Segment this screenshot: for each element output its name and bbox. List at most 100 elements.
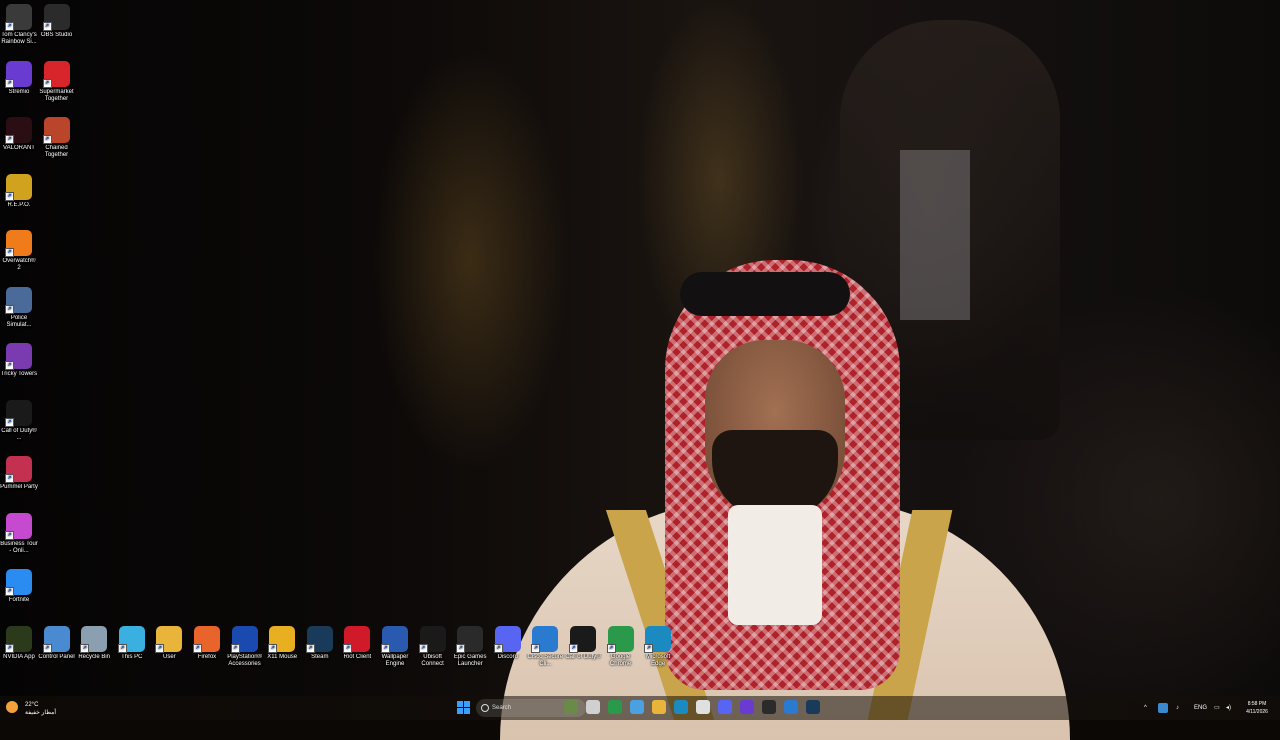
shortcut-arrow-icon: ↗ — [155, 644, 165, 653]
taskbar-clock[interactable]: 8:58 PM 4/11/2026 — [1238, 700, 1276, 716]
desktop-icon-pummel-party[interactable]: ↗ Pummel Party — [0, 456, 38, 491]
language-indicator[interactable]: ENG — [1194, 696, 1207, 720]
desktop-icon-label: Tricky Towers — [0, 371, 38, 377]
copilot-icon[interactable] — [630, 700, 644, 714]
desktop-icon-valorant[interactable]: ↗ VALORANT — [0, 117, 38, 152]
desktop-icon-edge[interactable]: ↗ Microsoft Edge — [639, 626, 677, 668]
discord-icon: ↗ — [493, 626, 521, 653]
shortcut-arrow-icon: ↗ — [80, 644, 90, 653]
wallpaper-collar — [728, 505, 822, 625]
nvidia-icon: ↗ — [5, 626, 32, 653]
discord-taskbar-icon[interactable] — [718, 700, 732, 714]
desktop-icon-label: PlayStation® Accessories — [227, 654, 262, 667]
shortcut-arrow-icon: ↗ — [5, 530, 14, 540]
explorer-lens-icon[interactable] — [564, 700, 578, 714]
shortcut-arrow-icon: ↗ — [5, 304, 14, 314]
shortcut-arrow-icon: ↗ — [343, 644, 353, 653]
obs-icon: ↗ — [42, 4, 70, 31]
supermarket-together-icon: ↗ — [42, 60, 70, 88]
desktop-icon-nvidia[interactable]: ↗ NVIDIA App — [0, 626, 38, 661]
recycle-bin-icon: ↗ — [80, 626, 108, 653]
wallpaper-engine-icon: ↗ — [381, 626, 408, 653]
desktop-icon-supermarket-together[interactable]: ↗ Supermarket Together — [38, 60, 76, 103]
desktop-icon-label: This PC — [121, 654, 143, 660]
microphone-tray-icon[interactable]: ♪ — [1176, 696, 1179, 720]
desktop-icon-label: Cisco Secure Cli... — [527, 654, 564, 667]
desktop-icon-label: Google Chrome — [609, 654, 632, 667]
desktop-icon-fortnite[interactable]: ↗ Fortnite — [0, 569, 38, 604]
desktop-icon-label: User — [163, 654, 176, 660]
desktop-icon-wallpaper-engine[interactable]: ↗ Wallpaper Engine — [376, 626, 414, 668]
desktop-icon-recycle-bin[interactable]: ↗ Recycle Bin — [75, 626, 113, 661]
task-view-icon[interactable] — [586, 700, 600, 714]
desktop-icon-label: R.E.P.O. — [7, 201, 31, 208]
cisco-taskbar-icon[interactable] — [784, 700, 798, 714]
desktop-icon-obs[interactable]: ↗ OBS Studio — [38, 4, 76, 39]
desktop-icon-business-tour[interactable]: ↗ Business Tour - Onli... — [0, 512, 38, 555]
police-simulator-icon: ↗ — [5, 286, 32, 314]
shortcut-arrow-icon: ↗ — [5, 474, 14, 483]
playstation-icon: ↗ — [230, 626, 258, 653]
search-placeholder: Search — [492, 705, 512, 711]
edge-taskbar-icon[interactable] — [674, 700, 688, 714]
desktop-icon-label: Chained Together — [44, 145, 69, 158]
repo-icon: ↗ — [5, 173, 32, 201]
desktop-icon-steam[interactable]: ↗ Steam — [301, 626, 339, 661]
desktop-icon-mw[interactable]: ↗ Call of Duty® ... — [0, 399, 38, 442]
desktop-icon-user-folder[interactable]: ↗ User — [150, 626, 188, 661]
steam-taskbar-icon[interactable] — [806, 700, 820, 714]
desktop-icon-discord[interactable]: ↗ Discord — [489, 626, 527, 661]
shortcut-arrow-icon: ↗ — [268, 644, 278, 653]
shortcut-arrow-icon: ↗ — [456, 644, 466, 653]
store-icon[interactable] — [696, 700, 710, 714]
start-button[interactable] — [457, 701, 470, 714]
desktop-icon-repo[interactable]: ↗ R.E.P.O. — [0, 173, 38, 209]
desktop-icon-control-panel[interactable]: ↗ Control Panel — [38, 626, 76, 661]
desktop-icon-label: Call of Duty® ... — [1, 427, 37, 441]
desktop-icon-police-simulator[interactable]: ↗ Police Simulat... — [0, 286, 38, 329]
overwatch-icon: ↗ — [5, 230, 32, 257]
desktop-icon-call-of-duty[interactable]: ↗ Call of Duty® — [564, 626, 602, 661]
x11-mouse-icon: ↗ — [268, 626, 296, 653]
desktop-icon-rainbow-six[interactable]: ↗ Tom Clancy's Rainbow Si... — [0, 4, 38, 46]
desktop-icon-firefox[interactable]: ↗ Firefox — [188, 626, 226, 661]
valorant-icon: ↗ — [5, 117, 32, 144]
edge-icon: ↗ — [644, 626, 672, 653]
desktop-icon-overwatch[interactable]: ↗ Overwatch® 2 — [0, 230, 38, 272]
desktop-icon-playstation[interactable]: ↗ PlayStation® Accessories — [226, 626, 264, 668]
desktop-icon-x11-mouse[interactable]: ↗ X11 Mouse — [263, 626, 301, 661]
desktop-icon-chrome[interactable]: ↗ Google Chrome — [602, 626, 640, 668]
shortcut-arrow-icon: ↗ — [193, 644, 202, 653]
shortcut-arrow-icon: ↗ — [5, 135, 14, 144]
shortcut-arrow-icon: ↗ — [531, 644, 541, 653]
shortcut-arrow-icon: ↗ — [606, 644, 616, 653]
desktop-icon-this-pc[interactable]: ↗ This PC — [113, 626, 151, 661]
desktop-icon-epic-games[interactable]: ↗ Epic Games Launcher — [451, 626, 489, 668]
desktop-icon-tricky-towers[interactable]: ↗ Tricky Towers — [0, 343, 38, 378]
call-of-duty-icon: ↗ — [569, 626, 596, 653]
file-explorer-icon[interactable] — [652, 700, 666, 714]
show-hidden-icons-chevron-icon[interactable]: ^ — [1144, 696, 1147, 720]
stremio-taskbar-icon[interactable] — [740, 700, 754, 714]
windows-logo-icon — [457, 701, 463, 707]
desktop-icon-stremio[interactable]: ↗ Stremio — [0, 60, 38, 96]
desktop-icon-cisco[interactable]: ↗ Cisco Secure Cli... — [526, 626, 564, 668]
defender-tray-icon[interactable] — [1158, 703, 1168, 713]
weather-rain-icon — [6, 701, 18, 713]
desktop-icon-label: OBS Studio — [40, 32, 73, 38]
desktop-icon-chained-together[interactable]: ↗ Chained Together — [38, 117, 76, 159]
weather-widget[interactable]: 22°C أمطار خفيفة — [6, 699, 76, 717]
desktop-icon-label: Recycle Bin — [78, 654, 111, 660]
control-panel-icon: ↗ — [42, 626, 70, 653]
desktop-icon-label: Riot Client — [343, 654, 372, 660]
clock-time: 8:58 PM — [1247, 701, 1267, 707]
chrome-taskbar-icon[interactable] — [608, 700, 622, 714]
desktop-icon-ubisoft[interactable]: ↗ Ubisoft Connect — [414, 626, 452, 668]
network-icon[interactable]: ▭ — [1214, 696, 1220, 720]
shortcut-arrow-icon: ↗ — [5, 587, 14, 596]
volume-icon[interactable]: ◂) — [1226, 696, 1231, 720]
obs-taskbar-icon[interactable] — [762, 700, 776, 714]
cisco-icon: ↗ — [531, 626, 559, 653]
desktop-icon-label: Firefox — [197, 654, 217, 660]
desktop-icon-riot-client[interactable]: ↗ Riot Client — [338, 626, 376, 661]
